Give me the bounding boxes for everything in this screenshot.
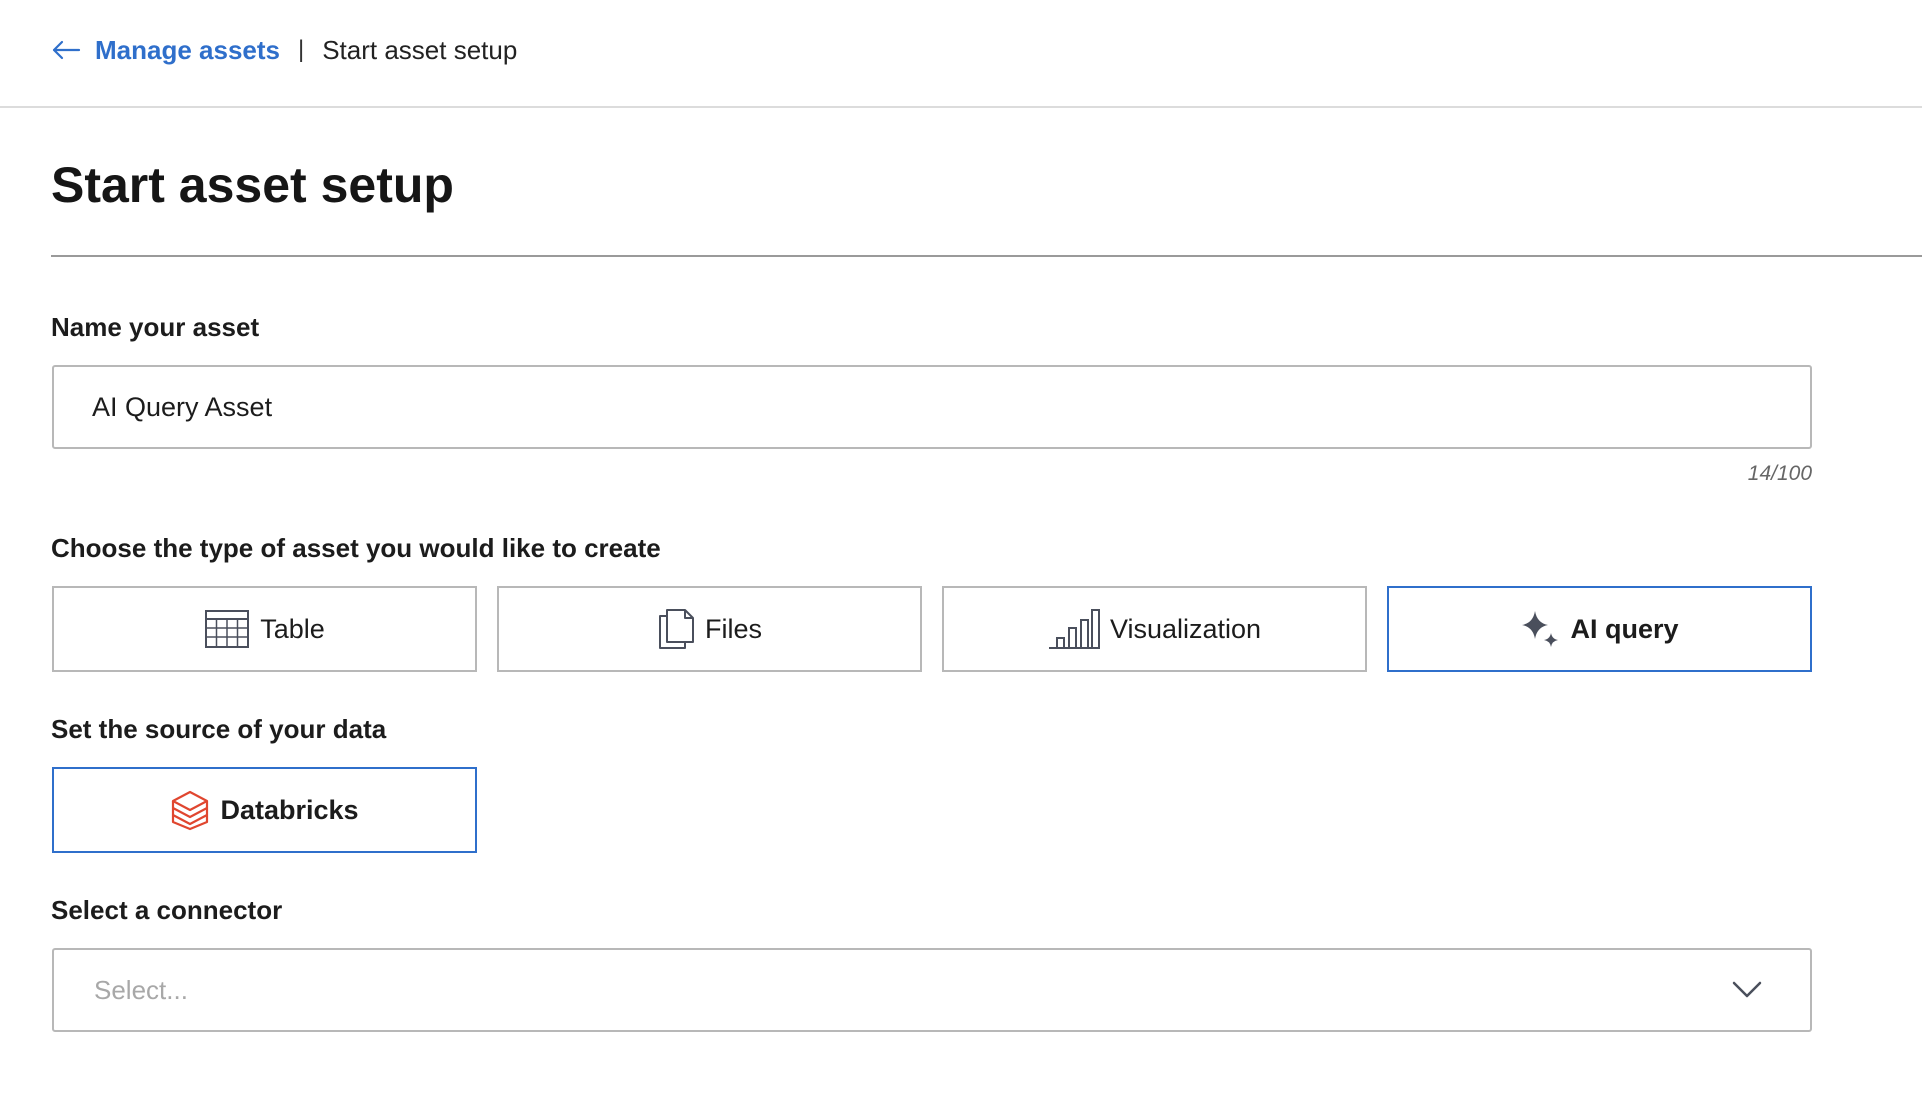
sparkle-icon: [1520, 609, 1560, 649]
asset-type-ai-query-button[interactable]: AI query: [1387, 586, 1812, 672]
breadcrumb-current: Start asset setup: [322, 34, 518, 65]
asset-type-label: Choose the type of asset you would like …: [51, 533, 661, 563]
source-databricks-label: Databricks: [220, 794, 359, 825]
asset-type-ai-query-label: AI query: [1570, 613, 1679, 644]
top-bar: Manage assets | Start asset setup: [0, 0, 1922, 108]
bar-chart-icon: [1048, 608, 1100, 650]
asset-type-visualization-button[interactable]: Visualization: [942, 586, 1367, 672]
data-source-options: Databricks: [52, 767, 477, 853]
back-arrow-icon[interactable]: [51, 38, 81, 62]
asset-name-label: Name your asset: [51, 312, 260, 342]
asset-type-table-label: Table: [260, 613, 325, 644]
page-title: Start asset setup: [51, 157, 454, 213]
chevron-down-icon: [1732, 981, 1762, 998]
asset-type-table-button[interactable]: Table: [52, 586, 477, 672]
asset-type-options: Table Files Visualization AI query: [52, 586, 1812, 672]
connector-label: Select a connector: [51, 895, 283, 925]
breadcrumb-separator: |: [297, 36, 305, 63]
asset-type-files-label: Files: [704, 613, 762, 644]
breadcrumb: Manage assets | Start asset setup: [51, 30, 517, 70]
files-icon: [657, 608, 695, 650]
asset-type-visualization-label: Visualization: [1109, 613, 1262, 644]
asset-type-files-button[interactable]: Files: [497, 586, 922, 672]
databricks-icon: [170, 789, 210, 831]
connector-select-placeholder: Select...: [94, 974, 188, 1005]
source-databricks-button[interactable]: Databricks: [52, 767, 477, 853]
connector-select[interactable]: Select...: [52, 948, 1812, 1032]
char-count: 14/100: [1747, 462, 1812, 485]
asset-name-input[interactable]: [52, 365, 1812, 449]
data-source-label: Set the source of your data: [51, 714, 387, 744]
table-icon: [204, 609, 250, 649]
breadcrumb-manage-assets-link[interactable]: Manage assets: [95, 35, 280, 66]
title-divider: [51, 255, 1922, 257]
